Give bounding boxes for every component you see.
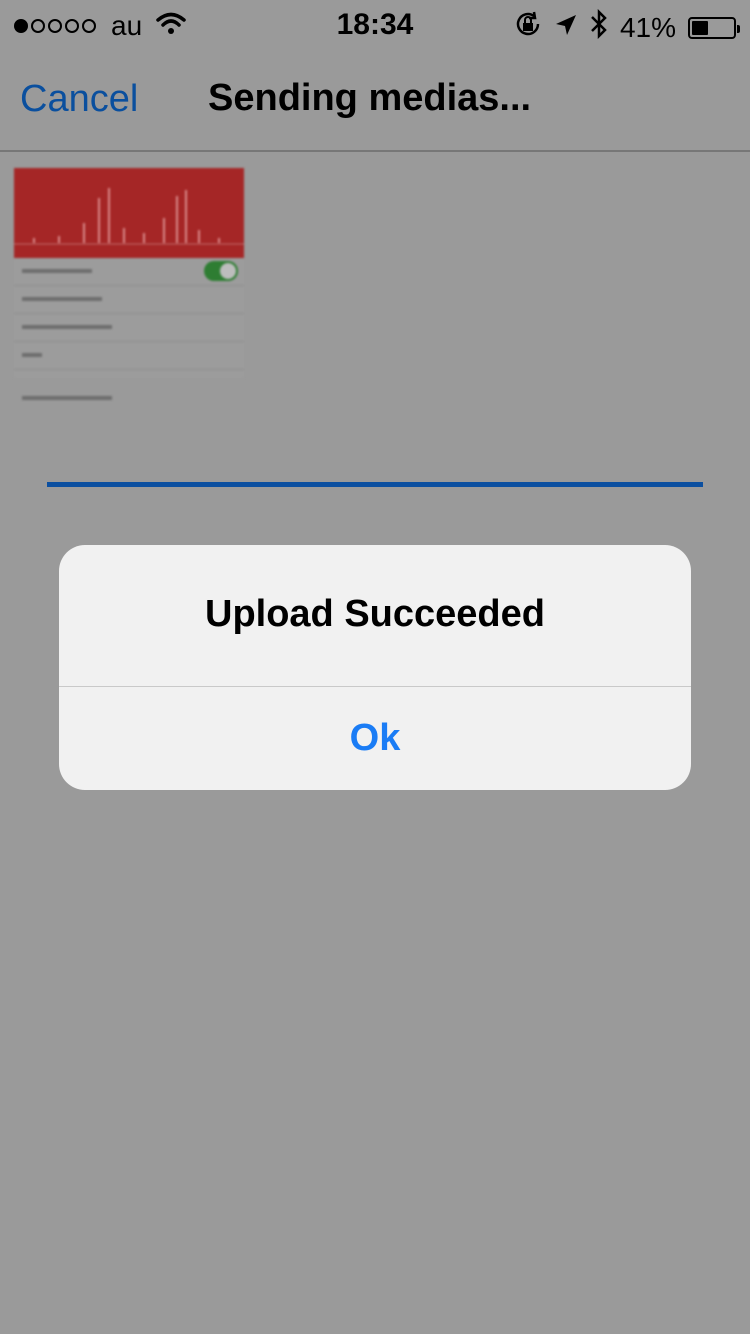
thumbnail-settings-list	[14, 258, 244, 378]
battery-level	[692, 20, 708, 35]
cancel-button[interactable]: Cancel	[20, 78, 138, 121]
rotation-lock-icon	[514, 10, 542, 45]
upload-progress-bar	[47, 482, 703, 487]
thumbnail-row-text	[22, 353, 42, 357]
navigation-bar: Cancel Sending medias...	[0, 50, 750, 152]
thumbnail-row	[14, 314, 244, 342]
upload-alert-dialog: Upload Succeeded Ok	[59, 545, 691, 790]
status-right: 41%	[502, 8, 740, 46]
battery-tip	[737, 24, 740, 33]
thumbnail-row	[14, 342, 244, 370]
page-title: Sending medias...	[208, 77, 532, 119]
media-thumbnail	[14, 168, 244, 403]
alert-title: Upload Succeeded	[205, 593, 545, 635]
battery-icon	[688, 16, 740, 39]
thumbnail-row	[14, 286, 244, 314]
bluetooth-icon	[590, 8, 608, 46]
thumbnail-row-text	[22, 297, 102, 301]
thumbnail-chart	[14, 168, 244, 258]
location-icon	[554, 12, 578, 44]
thumbnail-toggle	[204, 261, 238, 281]
thumbnail-row-text	[22, 269, 92, 273]
status-bar: au 18:34 41%	[0, 0, 750, 50]
thumbnail-row-text	[22, 325, 112, 329]
battery-percent: 41%	[619, 11, 676, 43]
ok-button[interactable]: Ok	[59, 687, 691, 790]
thumbnail-row	[14, 258, 244, 286]
thumbnail-footer-text	[22, 396, 112, 400]
upload-progress-fill	[47, 482, 703, 487]
